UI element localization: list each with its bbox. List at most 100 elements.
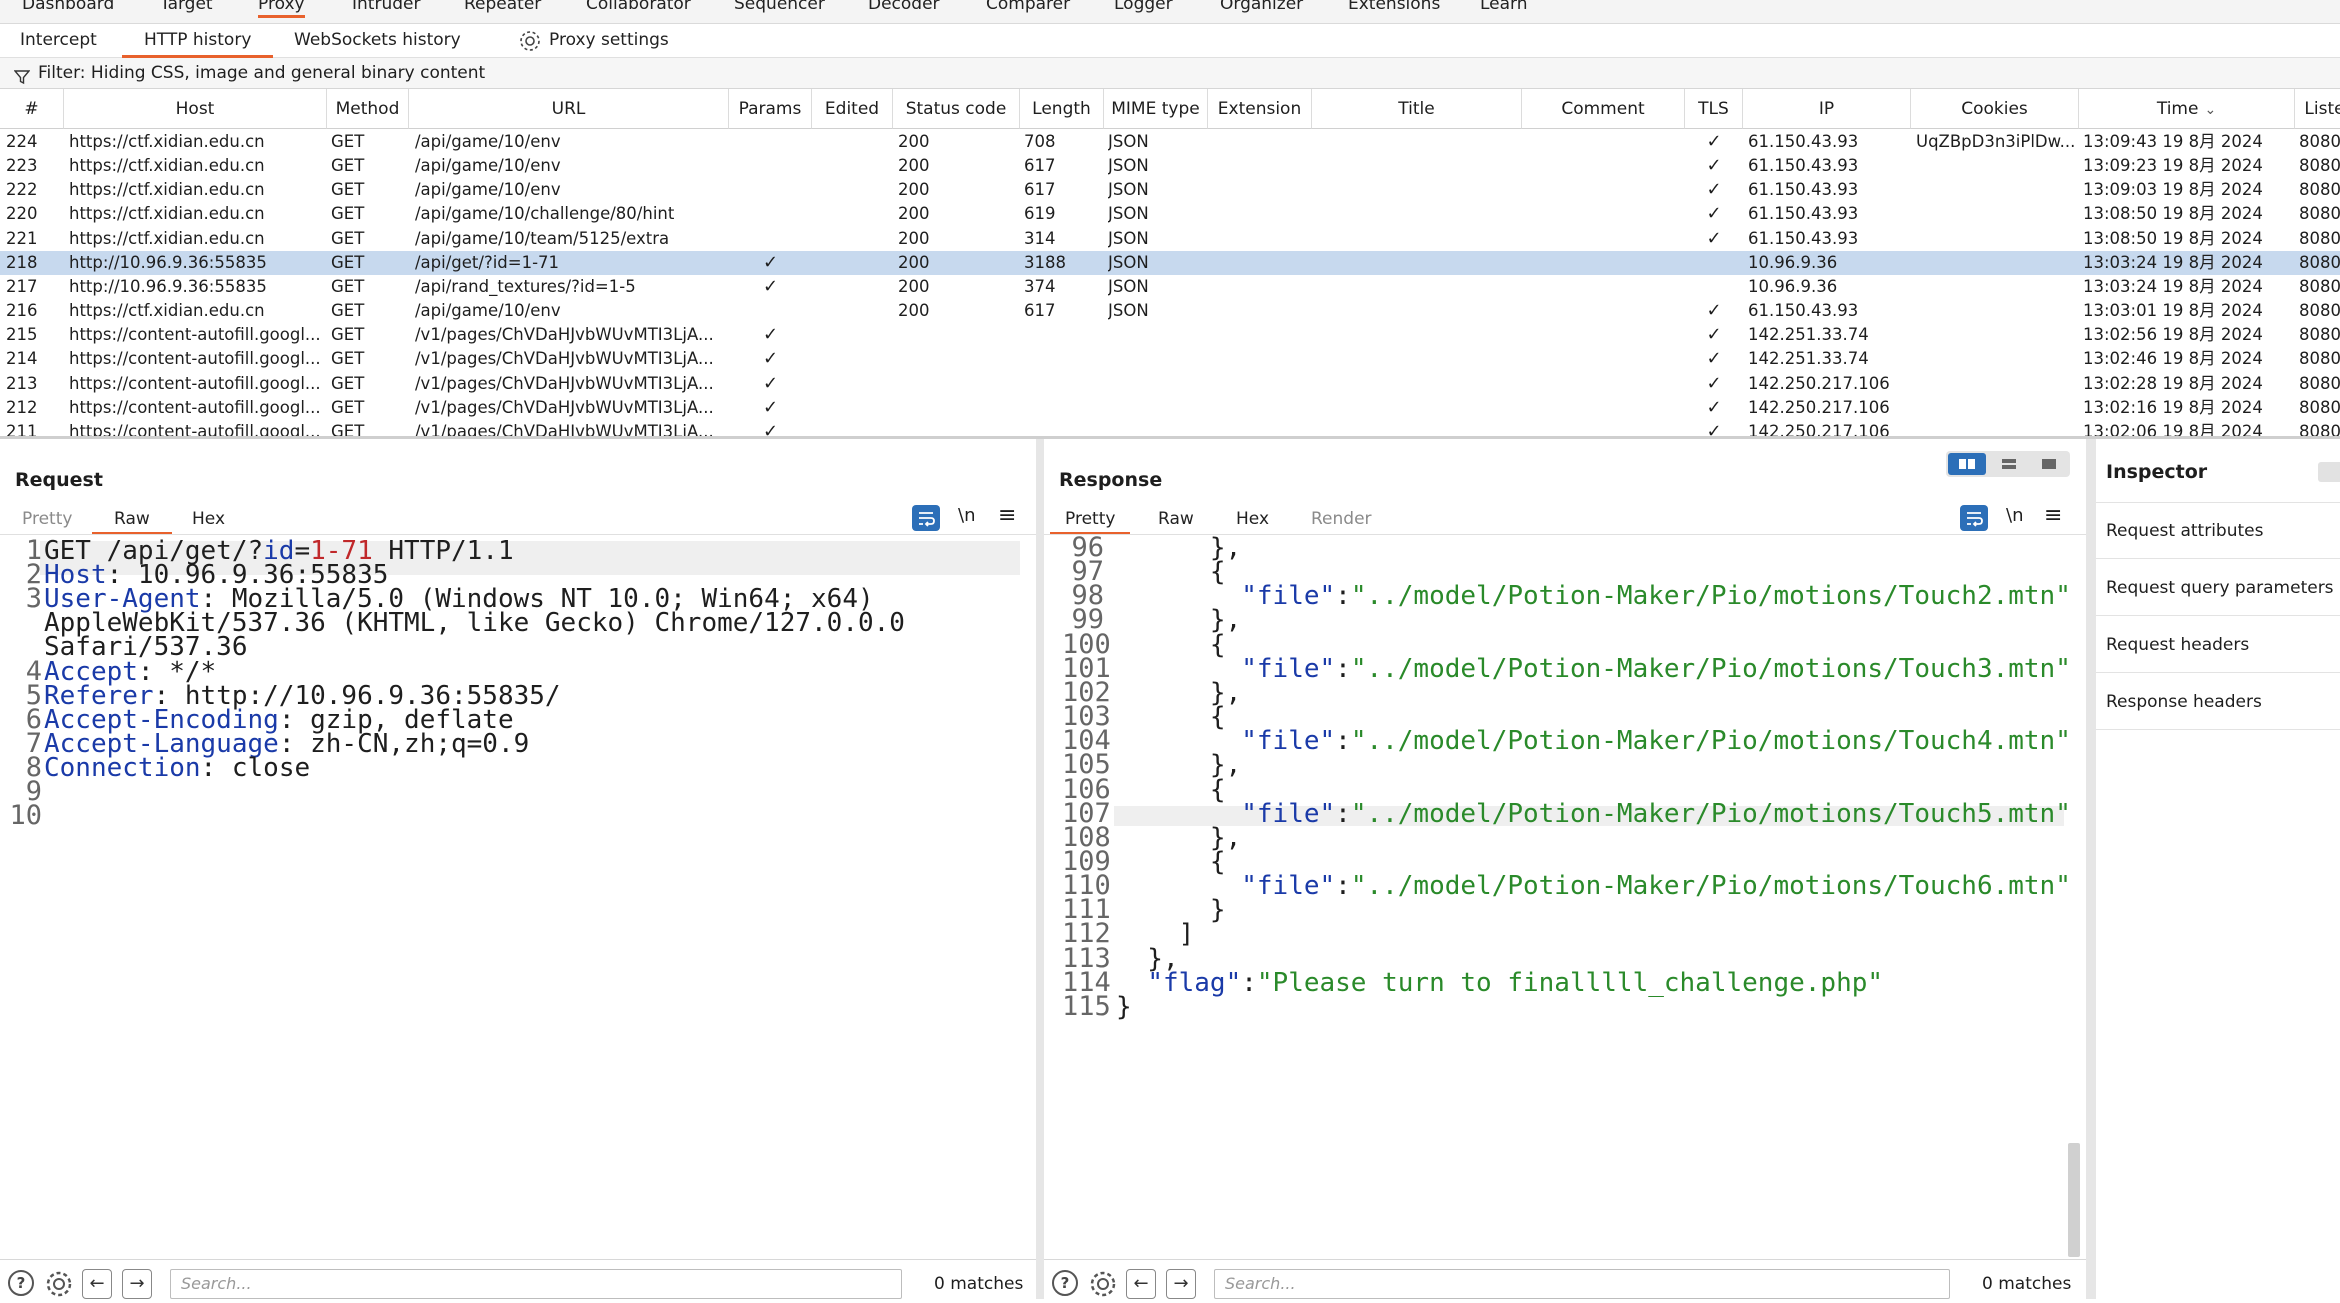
settings-gear-icon[interactable] <box>44 1269 74 1303</box>
inspector-response-headers[interactable]: Response headers <box>2106 692 2262 712</box>
table-row[interactable]: 220 https://ctf.xidian.edu.cn GET/api/game… <box>0 202 2340 226</box>
layout-side-by-side-icon[interactable] <box>1948 453 1986 475</box>
response-editor[interactable]: 96 }, 97 {98 "file":"../model/Potion-Make… <box>1044 534 2074 1256</box>
help-icon[interactable]: ? <box>1052 1270 1078 1296</box>
cell-ip: 142.251.33.74 <box>1748 349 1869 369</box>
code-token: : <box>1335 653 1351 684</box>
table-row[interactable]: 221 https://ctf.xidian.edu.cn GET/api/game… <box>0 227 2340 251</box>
word-wrap-icon[interactable] <box>912 505 940 531</box>
tab-logger[interactable]: Logger <box>1114 0 1173 15</box>
pane-splitter[interactable] <box>1036 439 1044 1299</box>
inspector-request-query-parameters[interactable]: Request query parameters <box>2106 578 2334 598</box>
column-header-listen[interactable]: Liste <box>2295 89 2340 129</box>
tab-collaborator[interactable]: Collaborator <box>586 0 691 15</box>
table-row[interactable]: 211 https://content-autofill.googl... GET /… <box>0 420 2340 439</box>
cell-host: https://content-autofill.googl... <box>69 325 321 345</box>
tab-decoder[interactable]: Decoder <box>868 0 940 15</box>
cell-method: GET <box>331 373 365 393</box>
tab-target[interactable]: Target <box>160 0 213 15</box>
tab-http-history[interactable]: HTTP history <box>122 29 274 58</box>
search-prev-button[interactable]: ← <box>1126 1269 1156 1299</box>
filter-bar[interactable]: Filter: Hiding CSS, image and general bi… <box>0 58 2340 89</box>
column-header-mime[interactable]: MIME type <box>1104 89 1208 129</box>
response-tab-render[interactable]: Render <box>1311 509 1372 529</box>
table-row[interactable]: 212 https://content-autofill.googl... GET /… <box>0 396 2340 420</box>
tab-websockets-history[interactable]: WebSockets history <box>294 29 461 51</box>
column-header-length[interactable]: Length <box>1020 89 1104 129</box>
cell-method: GET <box>331 421 365 439</box>
tab-learn[interactable]: Learn <box>1480 0 1528 15</box>
table-row[interactable]: 215 https://content-autofill.googl... GET /… <box>0 323 2340 347</box>
column-header-num[interactable]: # <box>0 89 64 129</box>
proxy-settings-button[interactable]: Proxy settings <box>549 29 669 51</box>
word-wrap-icon[interactable] <box>1960 505 1988 531</box>
cell-mime: JSON <box>1108 276 1149 296</box>
column-header-tls[interactable]: TLS <box>1685 89 1743 129</box>
request-tab-raw[interactable]: Raw <box>92 509 172 535</box>
cell-cookies <box>1916 227 2074 251</box>
column-header-time[interactable]: Time ⌄ <box>2079 89 2295 129</box>
table-row[interactable]: 217 http://10.96.9.36:55835 GET/api/rand_t… <box>0 275 2340 299</box>
table-row[interactable]: 213 https://content-autofill.googl... GET /… <box>0 372 2340 396</box>
inspector-request-headers[interactable]: Request headers <box>2106 635 2249 655</box>
request-search-input[interactable]: Search... <box>170 1269 902 1299</box>
cell-host: http://10.96.9.36:55835 <box>69 276 267 296</box>
newline-toggle[interactable]: \n <box>958 505 975 526</box>
help-icon[interactable]: ? <box>8 1270 34 1296</box>
tab-extensions[interactable]: Extensions <box>1348 0 1440 15</box>
response-search-input[interactable]: Search... <box>1214 1269 1950 1299</box>
request-tab-hex[interactable]: Hex <box>192 509 225 529</box>
column-header-title[interactable]: Title <box>1312 89 1522 129</box>
table-row[interactable]: 224 https://ctf.xidian.edu.cn GET/api/game… <box>0 130 2340 154</box>
column-header-host[interactable]: Host <box>64 89 327 129</box>
table-row[interactable]: 222 https://ctf.xidian.edu.cn GET/api/game… <box>0 178 2340 202</box>
response-scrollbar[interactable] <box>2068 1143 2080 1257</box>
cell-num: 223 <box>6 156 38 176</box>
response-tab-raw[interactable]: Raw <box>1158 509 1194 529</box>
column-header-edited[interactable]: Edited <box>812 89 893 129</box>
table-row[interactable]: 223 https://ctf.xidian.edu.cn GET/api/game… <box>0 154 2340 178</box>
search-next-button[interactable]: → <box>1166 1269 1196 1299</box>
menu-icon[interactable]: ≡ <box>2044 503 2062 528</box>
tab-intercept[interactable]: Intercept <box>20 29 97 51</box>
tab-organizer[interactable]: Organizer <box>1220 0 1303 15</box>
table-row[interactable]: 214 https://content-autofill.googl... GET /… <box>0 347 2340 371</box>
column-header-url[interactable]: URL <box>409 89 729 129</box>
column-header-params[interactable]: Params <box>729 89 812 129</box>
column-header-extension[interactable]: Extension <box>1208 89 1312 129</box>
search-next-button[interactable]: → <box>122 1269 152 1299</box>
inspector-collapse-icon[interactable] <box>2318 462 2340 482</box>
tab-comparer[interactable]: Comparer <box>986 0 1070 15</box>
layout-stacked-icon[interactable] <box>1990 453 2028 475</box>
inspector-splitter[interactable] <box>2086 439 2096 1299</box>
column-header-comment[interactable]: Comment <box>1522 89 1685 129</box>
tab-intruder[interactable]: Intruder <box>352 0 420 15</box>
code-token: "file" <box>1241 726 1336 757</box>
table-row[interactable]: 216 https://ctf.xidian.edu.cn GET/api/game… <box>0 299 2340 323</box>
response-tab-hex[interactable]: Hex <box>1236 509 1269 529</box>
tab-proxy[interactable]: Proxy <box>258 0 305 18</box>
request-editor[interactable]: 1 GET /api/get/?id=1-71 HTTP/1.1 2 Host: 10… <box>0 537 1036 1129</box>
search-prev-button[interactable]: ← <box>82 1269 112 1299</box>
column-header-method[interactable]: Method <box>327 89 409 129</box>
column-header-ip[interactable]: IP <box>1743 89 1911 129</box>
code-token: } <box>1116 991 1132 1022</box>
cell-time: 13:08:50 19 8月 2024 <box>2083 228 2263 248</box>
inspector-request-attributes[interactable]: Request attributes <box>2106 521 2263 541</box>
tab-repeater[interactable]: Repeater <box>464 0 541 15</box>
table-row[interactable]: 218 http://10.96.9.36:55835 GET/api/get/?i… <box>0 250 2340 275</box>
settings-gear-icon[interactable] <box>1088 1269 1118 1303</box>
cell-ip: 61.150.43.93 <box>1748 180 1859 200</box>
request-tab-pretty[interactable]: Pretty <box>22 509 72 529</box>
tab-sequencer[interactable]: Sequencer <box>734 0 825 15</box>
column-header-status[interactable]: Status code <box>893 89 1020 129</box>
column-header-cookies[interactable]: Cookies <box>1911 89 2079 129</box>
menu-icon[interactable]: ≡ <box>998 503 1016 528</box>
newline-toggle[interactable]: \n <box>2006 505 2023 526</box>
gear-icon[interactable] <box>518 29 544 55</box>
layout-tabs-icon[interactable] <box>2030 453 2068 475</box>
cell-ip: 142.250.217.106 <box>1748 373 1890 393</box>
column-header-label: Host <box>175 99 215 119</box>
tab-dashboard[interactable]: Dashboard <box>22 0 114 15</box>
cell-mime: JSON <box>1108 204 1149 224</box>
